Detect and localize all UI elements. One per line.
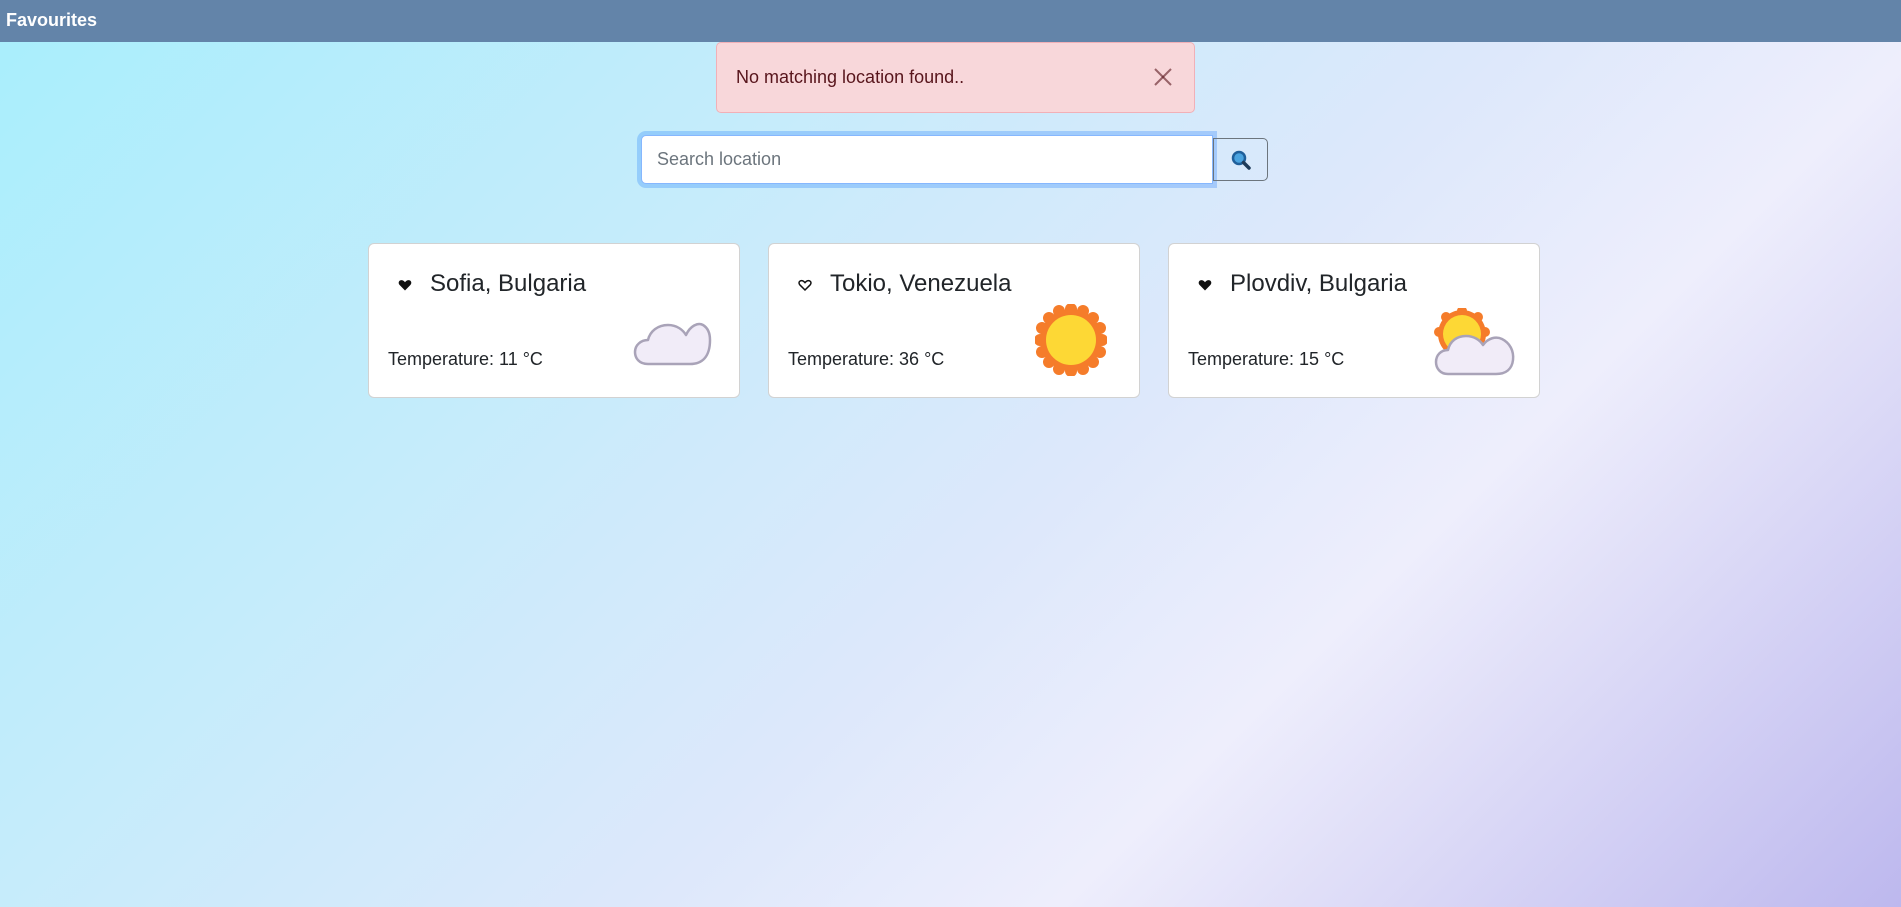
alert-close-button[interactable] bbox=[1148, 62, 1178, 92]
close-icon bbox=[1154, 68, 1172, 86]
favourites-link[interactable]: Favourites bbox=[6, 10, 97, 31]
error-alert: No matching location found.. bbox=[716, 42, 1195, 113]
heart-filled-icon[interactable] bbox=[398, 278, 412, 292]
cloud-icon bbox=[633, 322, 712, 366]
location-title: Sofia, Bulgaria bbox=[430, 270, 587, 297]
search-icon bbox=[1231, 150, 1251, 170]
location-card-tokio[interactable]: Tokio, Venezuela Temperature: 36 °C bbox=[768, 243, 1140, 398]
location-title: Tokio, Venezuela bbox=[830, 270, 1012, 297]
navbar: Favourites bbox=[0, 0, 1901, 42]
temperature-text: Temperature: 15 °C bbox=[1188, 349, 1345, 369]
alert-message: No matching location found.. bbox=[736, 67, 965, 87]
search-button[interactable] bbox=[1213, 138, 1268, 181]
search-input[interactable] bbox=[641, 135, 1213, 184]
location-card-sofia[interactable]: Sofia, Bulgaria Temperature: 11 °C bbox=[368, 243, 740, 398]
search-group bbox=[641, 135, 1268, 184]
partly-cloudy-icon bbox=[1434, 308, 1515, 376]
heart-outline-icon[interactable] bbox=[798, 278, 812, 292]
sun-icon bbox=[1035, 304, 1107, 376]
heart-filled-icon[interactable] bbox=[1198, 278, 1212, 292]
location-title: Plovdiv, Bulgaria bbox=[1230, 270, 1407, 297]
location-card-plovdiv[interactable]: Plovdiv, Bulgaria Temperature: 15 °C bbox=[1168, 243, 1540, 398]
temperature-text: Temperature: 11 °C bbox=[388, 349, 543, 369]
temperature-text: Temperature: 36 °C bbox=[788, 349, 945, 369]
